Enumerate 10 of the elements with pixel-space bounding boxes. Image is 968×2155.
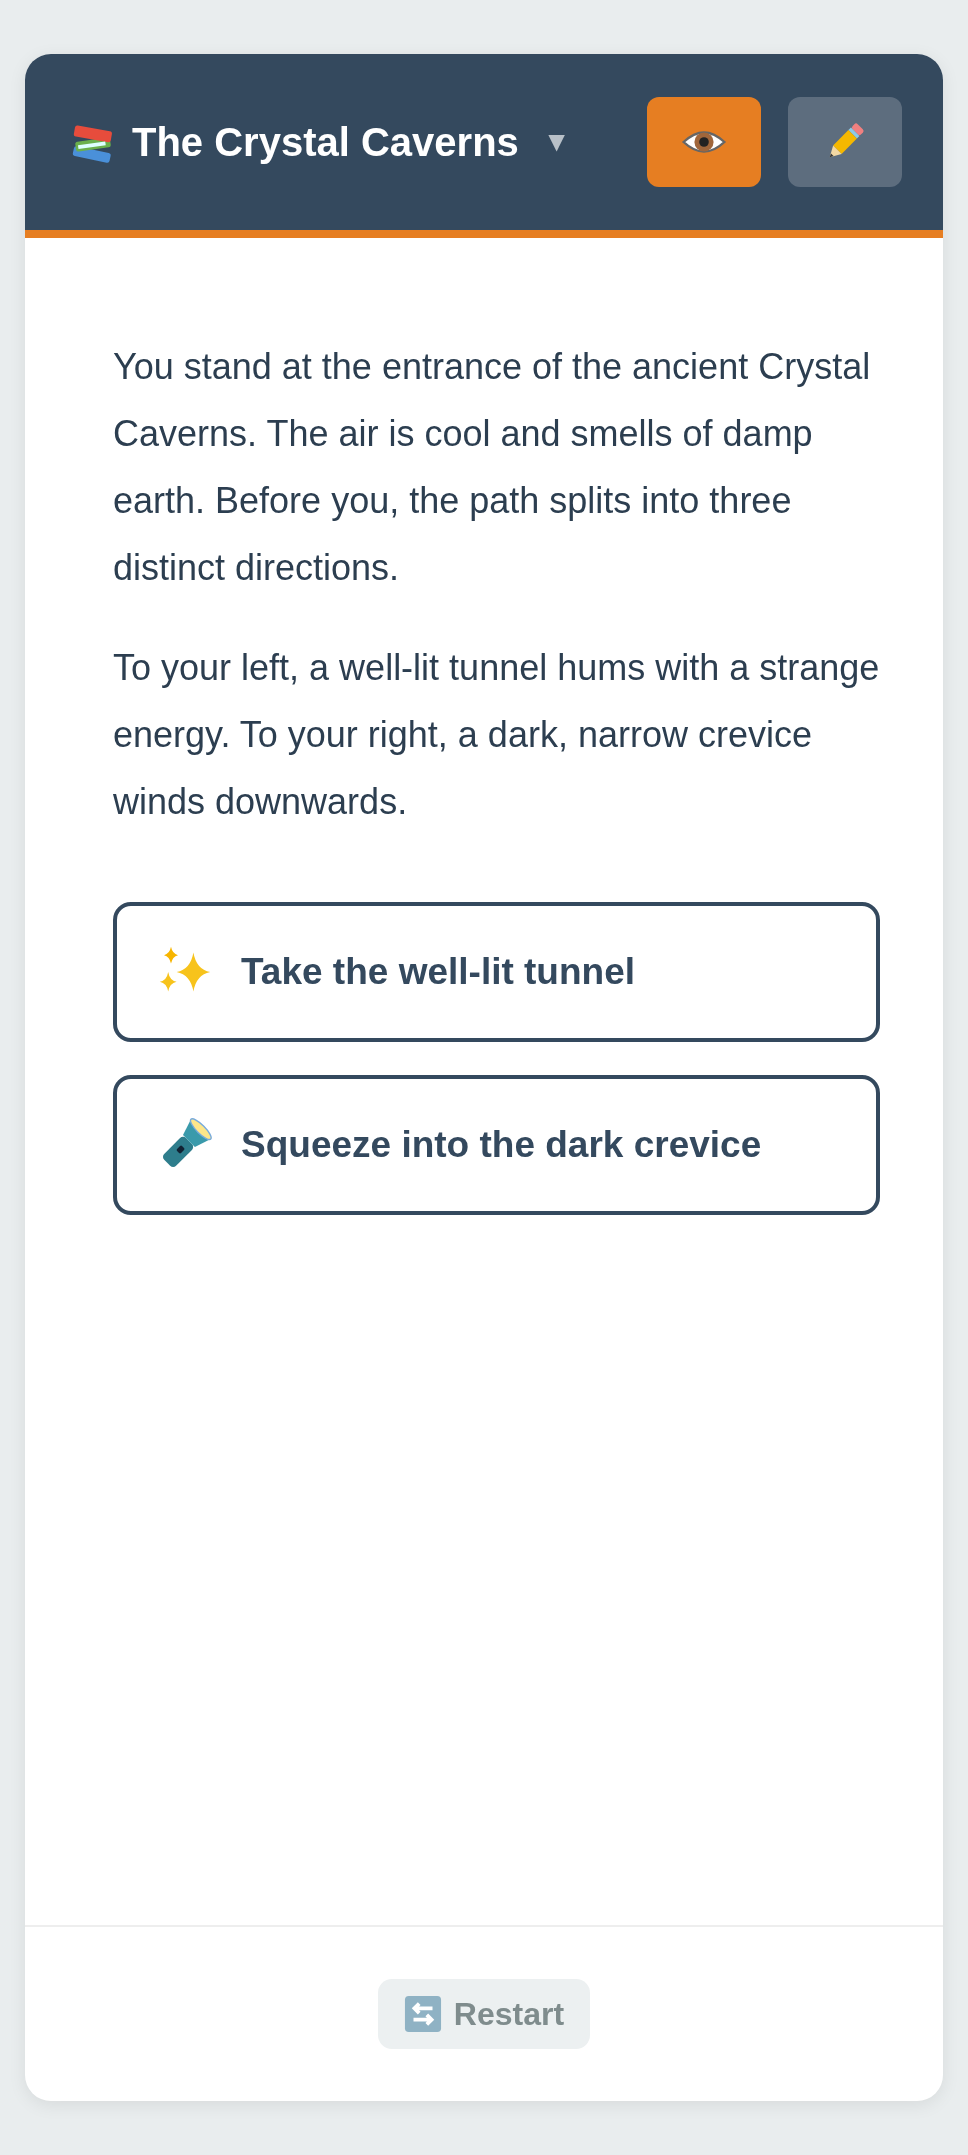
story-title: The Crystal Caverns bbox=[132, 119, 519, 165]
story-paragraph: You stand at the entrance of the ancient Crystal Caverns. The air is cool and smells of damp earth. Before you, the path splits into three distinct directions. bbox=[113, 345, 872, 590]
dropdown-caret[interactable]: ▼ bbox=[542, 126, 571, 158]
story-selector[interactable]: The Crystal Caverns ▼ bbox=[68, 117, 571, 167]
story-paragraph: To your left, a well-lit tunnel hums with a strange energy. To your right, a dark, narrow crevice winds downwards. bbox=[113, 646, 880, 824]
edit-mode-button[interactable] bbox=[788, 97, 902, 187]
choice-button[interactable]: Take the well-lit tunnel bbox=[113, 902, 880, 1042]
repeat-arrows-icon bbox=[403, 1995, 442, 2033]
view-mode-button[interactable] bbox=[647, 97, 761, 187]
choice-button[interactable]: Squeeze into the dark crevice bbox=[113, 1075, 880, 1215]
